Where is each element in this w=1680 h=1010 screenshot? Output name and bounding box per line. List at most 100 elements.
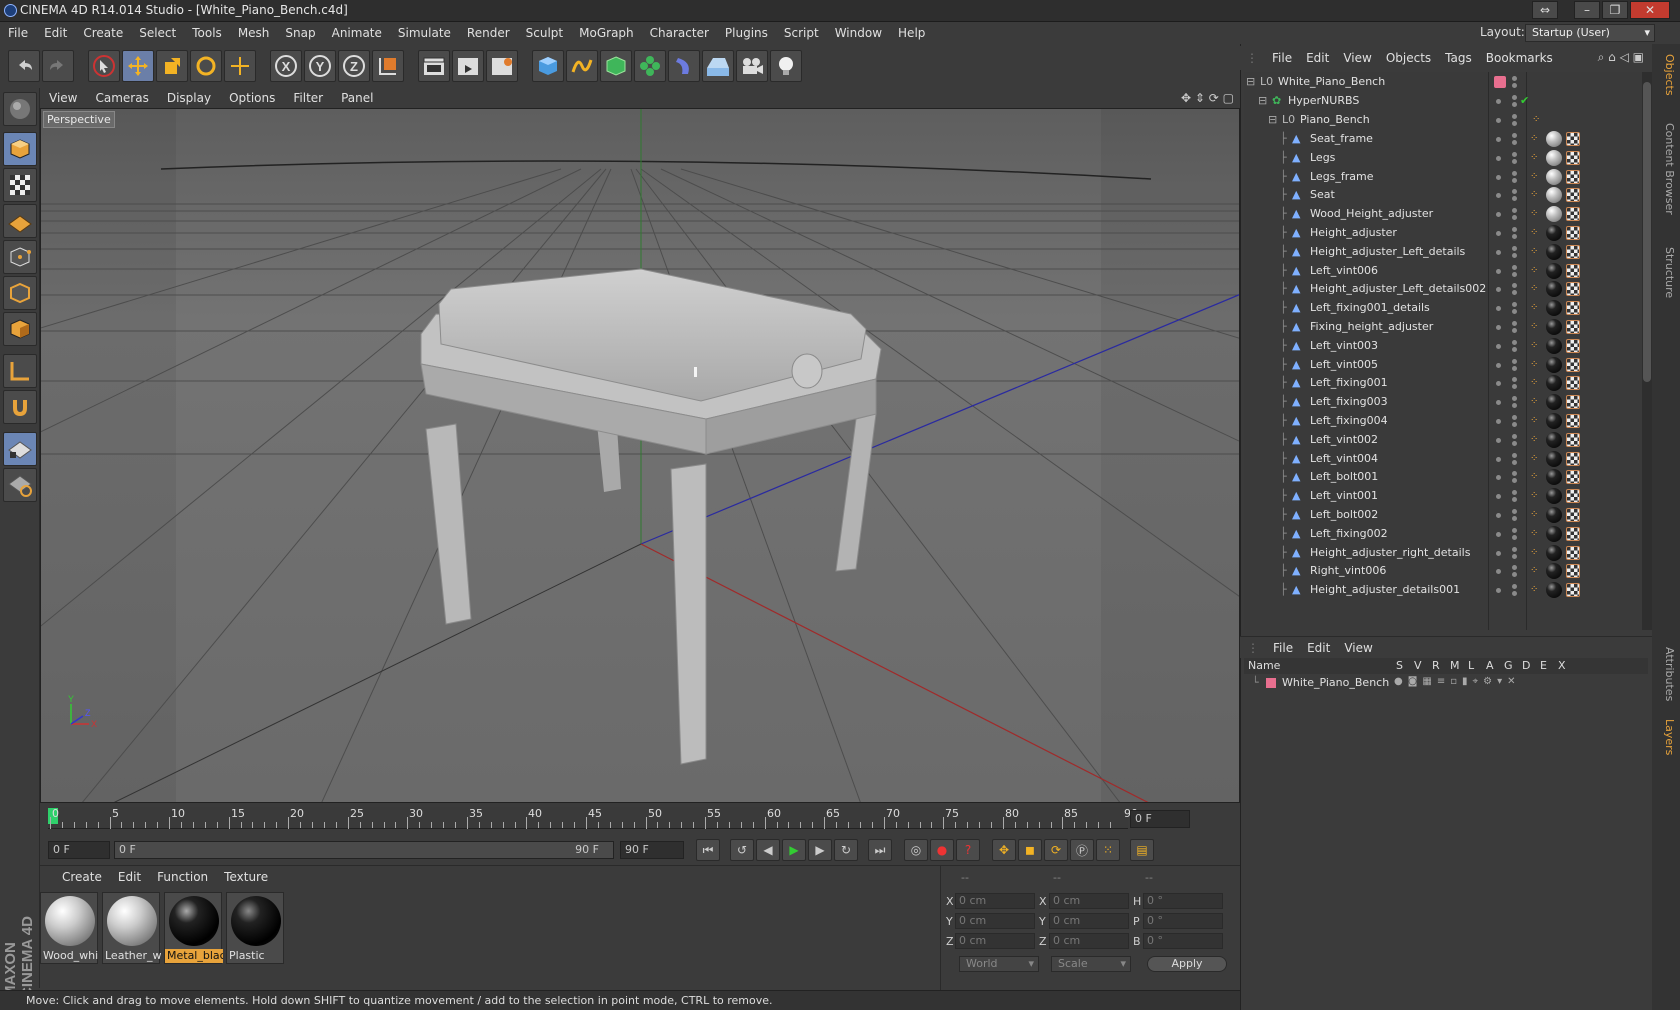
tree-row-object[interactable]: ├ ▲ Left_bolt002 ⁘ — [1244, 505, 1639, 525]
editor-dot[interactable] — [1512, 302, 1517, 308]
visibility-dot[interactable] — [1512, 76, 1517, 81]
material-tag-icon[interactable] — [1546, 131, 1562, 147]
render-dot[interactable] — [1512, 459, 1517, 465]
tree-row-group[interactable]: ⊟ L0 Piano_Bench ⁘ — [1244, 110, 1639, 130]
size-y-field[interactable]: 0 cm — [1049, 913, 1129, 929]
phong-tag-icon[interactable]: ⁘ — [1530, 543, 1538, 563]
menu-help[interactable]: Help — [890, 22, 933, 44]
rotation-p-field[interactable]: 0 ° — [1143, 913, 1223, 929]
x-axis-lock-button[interactable]: X — [270, 50, 302, 82]
render-dot[interactable] — [1512, 328, 1517, 333]
layer-dot[interactable] — [1496, 588, 1501, 594]
phong-tag-icon[interactable]: ⁘ — [1530, 185, 1538, 205]
position-z-field[interactable]: 0 cm — [955, 933, 1035, 949]
render-dot[interactable] — [1512, 534, 1517, 540]
position-x-field[interactable]: 0 cm — [955, 893, 1035, 909]
tree-row-object[interactable]: ├ ▲ Height_adjuster_Left_details002 ⁘ — [1244, 279, 1639, 299]
render-picture-viewer-button[interactable] — [452, 50, 484, 82]
visibility-dot[interactable] — [1496, 99, 1501, 104]
tree-row-object[interactable]: ├ ▲ Left_vint005 ⁘ — [1244, 355, 1639, 375]
material-tag-icon[interactable] — [1546, 544, 1562, 561]
timeline-window-button[interactable]: ▤ — [1130, 839, 1154, 861]
previous-key-button[interactable]: ↺ — [730, 839, 754, 861]
key-parameter-button[interactable]: Ⓟ — [1070, 839, 1094, 861]
material-tag-icon[interactable] — [1546, 563, 1562, 580]
uvw-tag-icon[interactable] — [1566, 583, 1580, 598]
live-selection-button[interactable] — [88, 50, 120, 82]
layer-dot[interactable] — [1496, 325, 1501, 330]
material-swatch-metal[interactable]: Metal_blac — [164, 892, 223, 964]
layer-flag-icons[interactable]: ●◙▦≡▫▮⌖⚙▾✕ — [1394, 676, 1521, 687]
om-menu-file[interactable]: File — [1265, 46, 1299, 70]
editor-dot[interactable] — [1512, 95, 1517, 100]
next-key-button[interactable]: ↻ — [834, 839, 858, 861]
tree-row-object[interactable]: ├ ▲ Left_fixing002 ⁘ — [1244, 524, 1639, 544]
material-swatch-leather[interactable]: Leather_wh — [102, 892, 161, 964]
phong-tag-icon[interactable]: ⁘ — [1530, 373, 1538, 393]
render-view-button[interactable] — [418, 50, 450, 82]
render-dot[interactable] — [1512, 553, 1517, 559]
render-dot[interactable] — [1512, 271, 1517, 277]
tree-row-root[interactable]: ⊟ L0 White_Piano_Bench — [1244, 72, 1639, 92]
tab-content-browser[interactable]: Content Browser — [1656, 104, 1676, 234]
enabled-check-icon[interactable]: ✔ — [1520, 91, 1529, 111]
locked-workplane-button[interactable] — [3, 432, 37, 466]
menu-animate[interactable]: Animate — [324, 22, 390, 44]
polygons-mode-button[interactable] — [3, 312, 37, 346]
render-dot[interactable] — [1512, 478, 1517, 484]
z-axis-lock-button[interactable]: Z — [338, 50, 370, 82]
editor-dot[interactable] — [1512, 245, 1517, 251]
transform-tool-button[interactable] — [224, 50, 256, 82]
layer-dot[interactable] — [1496, 306, 1501, 312]
phong-tag-icon[interactable]: ⁘ — [1530, 505, 1538, 525]
uvw-tag-icon[interactable] — [1566, 564, 1580, 579]
layer-dot[interactable] — [1496, 419, 1501, 424]
undo-button[interactable] — [8, 50, 40, 82]
editor-dot[interactable] — [1512, 339, 1517, 345]
material-tag-icon[interactable] — [1546, 262, 1562, 279]
tree-row-object[interactable]: ├ ▲ Right_vint006 ⁘ — [1244, 561, 1639, 581]
phong-tag-icon[interactable]: ⁘ — [1530, 223, 1538, 243]
uvw-tag-icon[interactable] — [1566, 282, 1580, 297]
uvw-tag-icon[interactable] — [1566, 169, 1580, 184]
uvw-tag-icon[interactable] — [1566, 244, 1580, 259]
redo-button[interactable] — [42, 50, 74, 82]
material-tag-icon[interactable] — [1546, 149, 1562, 166]
tree-row-object[interactable]: ├ ▲ Left_vint004 ⁘ — [1244, 449, 1639, 469]
play-button[interactable]: ▶ — [782, 839, 806, 861]
tree-row-object[interactable]: ├ ▲ Left_fixing004 ⁘ — [1244, 411, 1639, 431]
menu-plugins[interactable]: Plugins — [717, 22, 776, 44]
position-y-field[interactable]: 0 cm — [955, 913, 1035, 929]
phong-tag-icon[interactable]: ⁘ — [1530, 148, 1538, 168]
uvw-tag-icon[interactable] — [1566, 357, 1580, 372]
coordinate-system-button[interactable] — [372, 50, 404, 82]
texture-mode-button[interactable] — [3, 168, 37, 202]
layer-color-swatch[interactable] — [1494, 76, 1506, 88]
editor-dot[interactable] — [1512, 170, 1517, 176]
material-tag-icon[interactable] — [1546, 337, 1562, 354]
viewport-nav-icons[interactable]: ✥ ⇕ ⟳ ▢ — [1181, 88, 1234, 108]
editor-dot[interactable] — [1512, 584, 1517, 590]
material-tag-icon[interactable] — [1546, 525, 1562, 542]
material-tag-icon[interactable] — [1546, 168, 1562, 185]
tree-row-object[interactable]: ├ ▲ Left_vint002 ⁘ — [1244, 430, 1639, 450]
edges-mode-button[interactable] — [3, 276, 37, 310]
snap-toggle-button[interactable] — [3, 390, 37, 424]
phong-tag-icon[interactable]: ⁘ — [1532, 110, 1540, 130]
om-menu-objects[interactable]: Objects — [1379, 46, 1438, 70]
uvw-tag-icon[interactable] — [1566, 470, 1580, 485]
tree-row-object[interactable]: ├ ▲ Left_vint001 ⁘ — [1244, 486, 1639, 506]
collapse-icon[interactable]: ⊟ — [1268, 110, 1277, 130]
layer-dot[interactable] — [1496, 569, 1501, 575]
timeline-ruler[interactable]: 051015202530354045505560657075808590 0 F — [40, 805, 1240, 835]
minimize-button[interactable]: – — [1574, 1, 1600, 19]
close-button[interactable]: ✕ — [1630, 1, 1670, 19]
om-menu-bookmarks[interactable]: Bookmarks — [1479, 46, 1560, 70]
restore-layout-icon[interactable]: ⇔ — [1532, 1, 1558, 19]
phong-tag-icon[interactable]: ⁘ — [1530, 561, 1538, 581]
layer-dot[interactable] — [1496, 494, 1501, 500]
tree-row-object[interactable]: ├ ▲ Fixing_height_adjuster ⁘ — [1244, 317, 1639, 337]
editor-dot[interactable] — [1512, 189, 1517, 195]
render-dot[interactable] — [1512, 346, 1517, 352]
layer-dot[interactable] — [1496, 400, 1501, 406]
